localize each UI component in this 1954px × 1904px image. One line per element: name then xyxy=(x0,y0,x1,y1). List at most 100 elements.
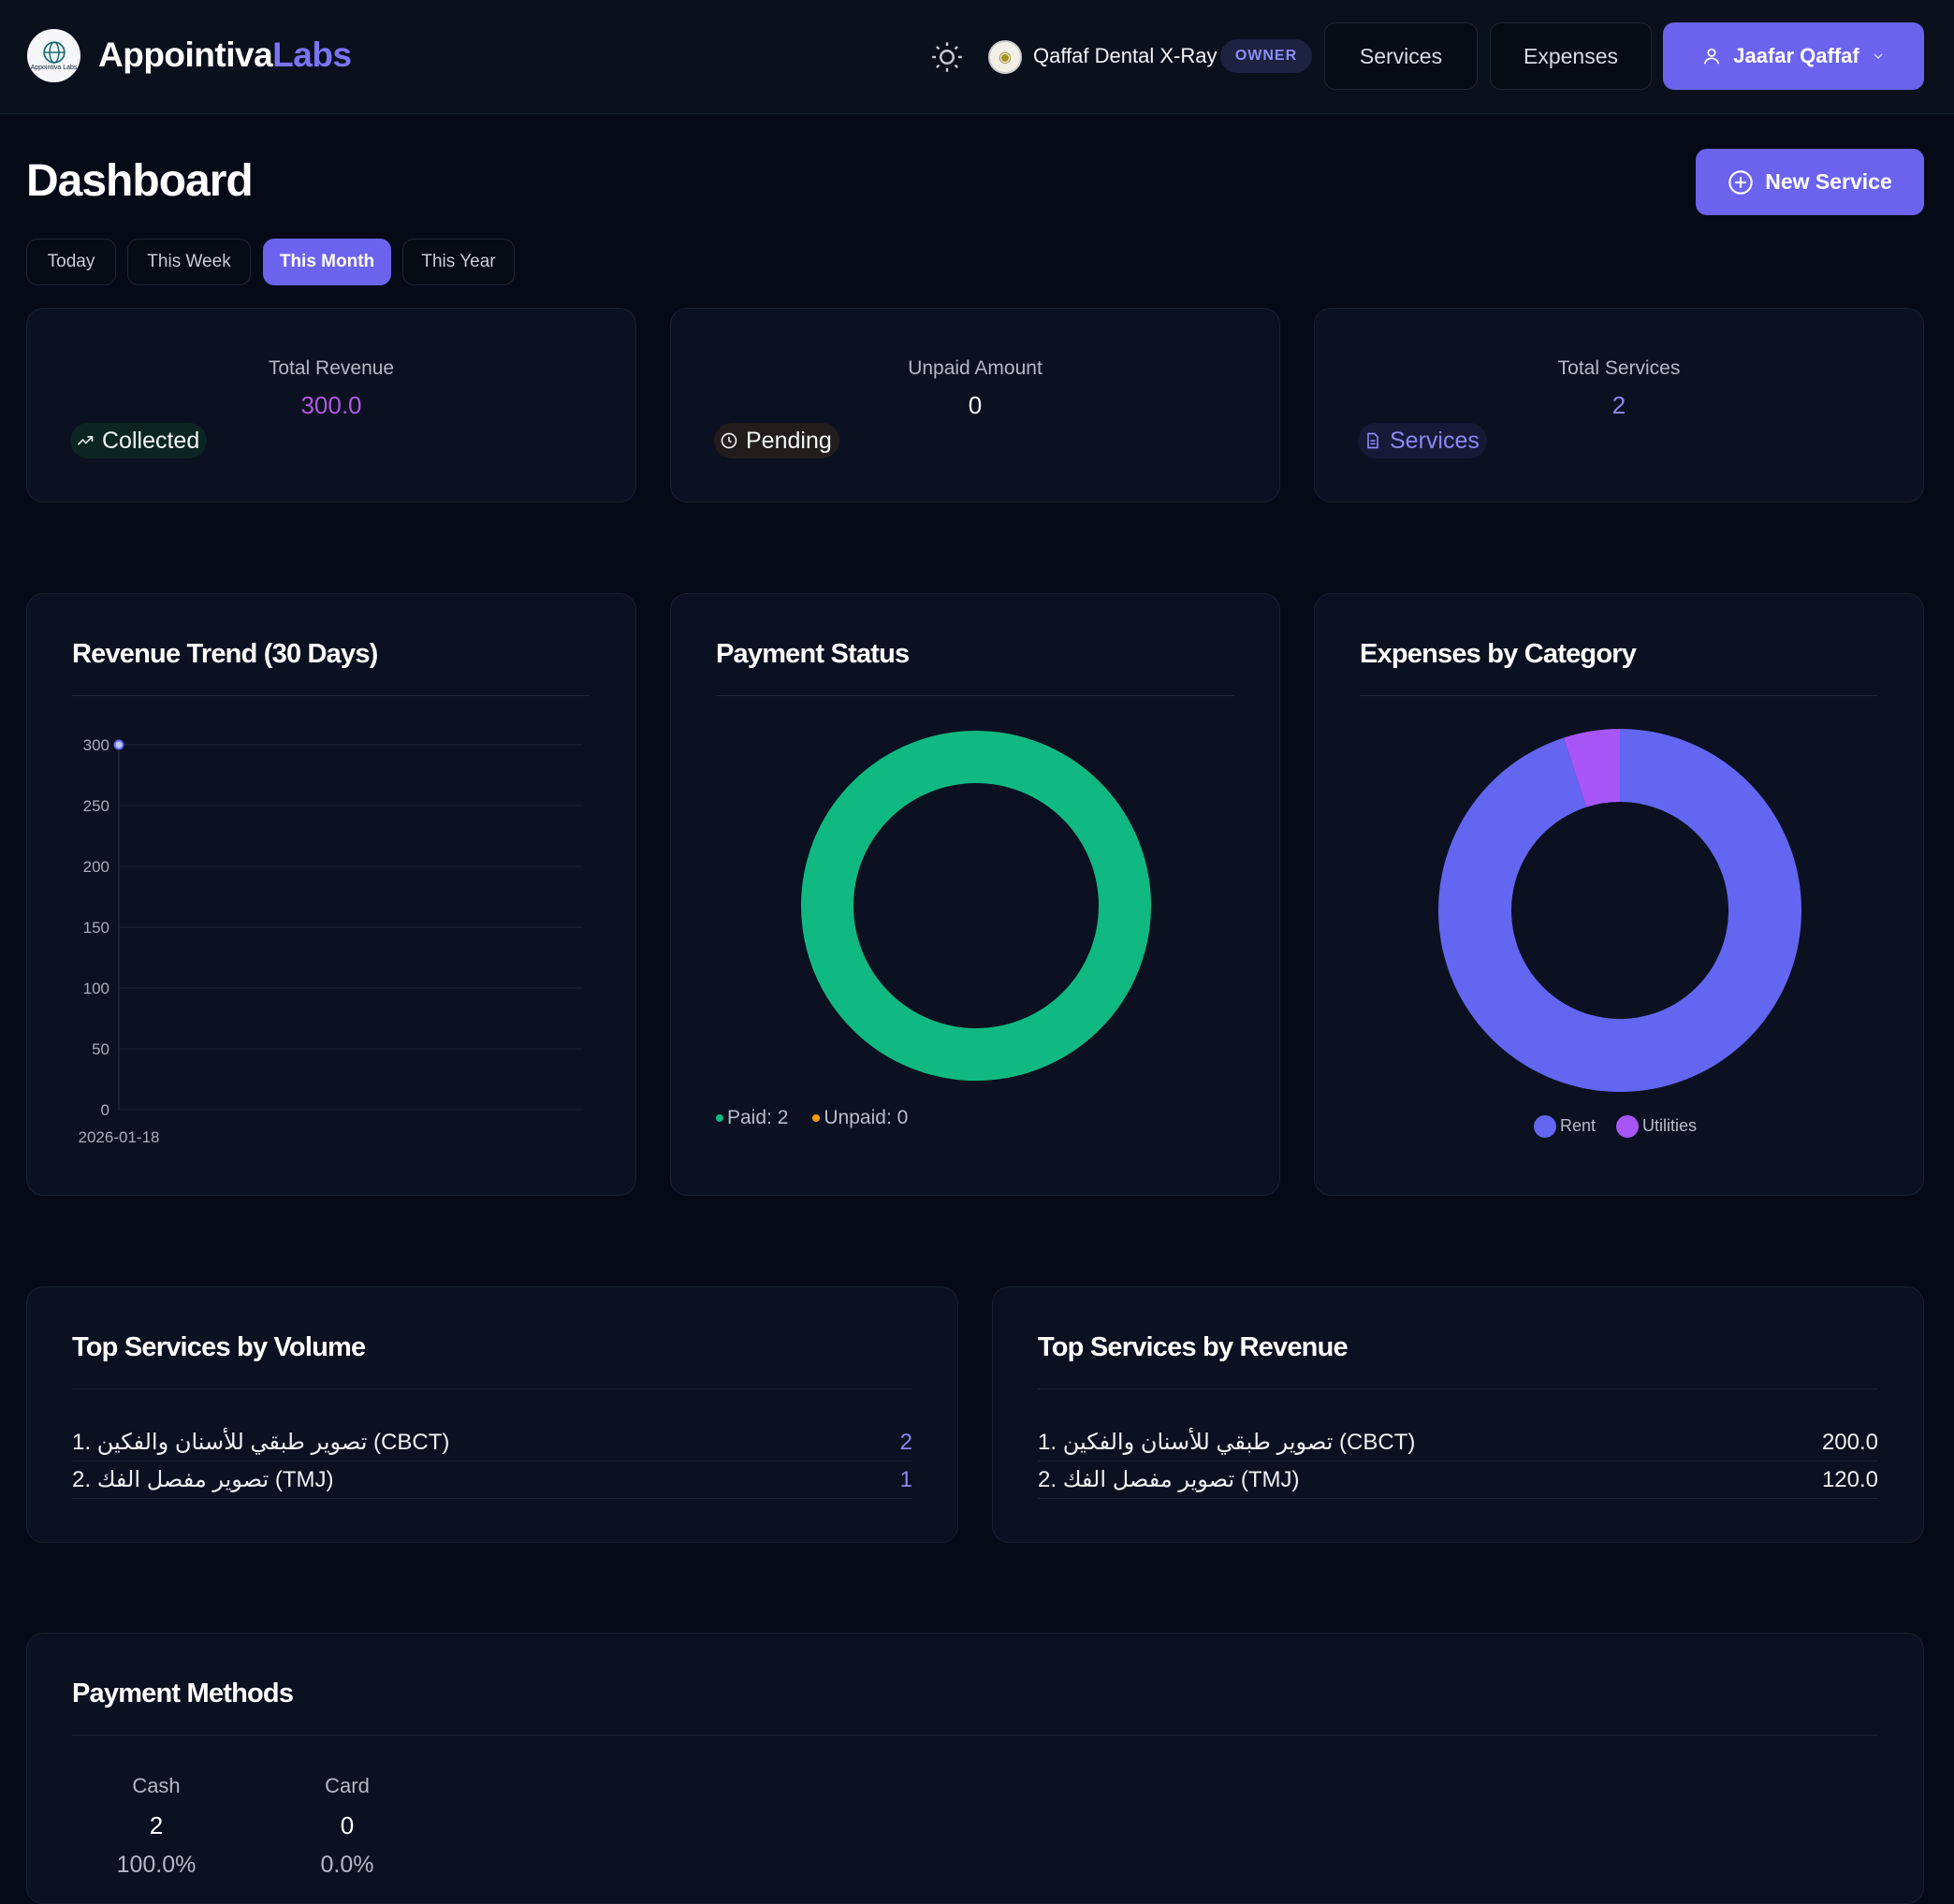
user-menu-button[interactable]: Jaafar Qaffaf xyxy=(1663,22,1924,90)
status-badge-collected: Collected xyxy=(70,423,208,458)
legend-item-rent[interactable]: Rent xyxy=(1534,1115,1596,1138)
legend-item-paid[interactable]: Paid: 2 xyxy=(716,1107,788,1129)
globe-icon xyxy=(42,40,66,64)
payment-method-count: 2 xyxy=(149,1811,164,1839)
service-count: 2 xyxy=(899,1429,912,1455)
top-services-volume-card: Top Services by Volume 1. تصوير طبقي للأ… xyxy=(26,1286,958,1543)
y-tick-label: 100 xyxy=(83,980,109,997)
service-name: 1. تصوير طبقي للأسنان والفكين (CBCT) xyxy=(1038,1430,1416,1455)
x-tick-label: 2026-01-18 xyxy=(79,1128,160,1146)
expenses-category-chart xyxy=(1438,729,1801,1092)
legend-label-rent: Rent xyxy=(1560,1115,1597,1135)
stat-value: 300.0 xyxy=(300,391,362,419)
new-service-label: New Service xyxy=(1765,169,1892,194)
service-revenue: 200.0 xyxy=(1821,1429,1878,1455)
divider xyxy=(72,1388,912,1389)
service-count: 1 xyxy=(899,1466,912,1492)
legend-label-utilities: Utilities xyxy=(1642,1115,1698,1135)
stat-card-total-revenue: Total Revenue 300.0 Collected xyxy=(26,308,636,502)
payment-method-count: 0 xyxy=(340,1811,355,1839)
list-item[interactable]: 1. تصوير طبقي للأسنان والفكين (CBCT) 200… xyxy=(1038,1424,1878,1461)
top-bar: Appointiva Labs AppointivaLabs ◉ Qaffaf … xyxy=(0,0,1954,114)
legend-item-utilities[interactable]: Utilities xyxy=(1616,1115,1697,1138)
status-badge-label: Collected xyxy=(102,427,200,454)
y-tick-label: 150 xyxy=(83,919,109,937)
status-badge-services: Services xyxy=(1358,423,1487,458)
status-badge-pending: Pending xyxy=(714,423,839,458)
stat-label: Total Services xyxy=(1557,357,1681,379)
revenue-trend-card: Revenue Trend (30 Days) 0 50 100 150 200 250 3… xyxy=(26,593,636,1196)
stat-card-unpaid-amount: Unpaid Amount 0 Pending xyxy=(670,308,1280,502)
nav-services-button[interactable]: Services xyxy=(1324,22,1478,90)
page-title: Dashboard xyxy=(26,156,254,206)
brand-name[interactable]: AppointivaLabs xyxy=(98,36,352,75)
filter-this-month[interactable]: This Month xyxy=(263,239,391,285)
document-icon xyxy=(1367,432,1378,449)
payment-method-cash: Cash 2 100.0% xyxy=(91,1774,222,1879)
service-name: 1. تصوير طبقي للأسنان والفكين (CBCT) xyxy=(72,1430,450,1455)
list-item[interactable]: 1. تصوير طبقي للأسنان والفكين (CBCT) 2 xyxy=(72,1424,912,1461)
filter-this-year[interactable]: This Year xyxy=(402,239,515,285)
payment-methods-card: Payment Methods Cash 2 100.0% Card 0 0.0… xyxy=(26,1633,1924,1904)
slice-paid xyxy=(801,731,1151,1081)
legend-dot xyxy=(812,1114,821,1123)
service-revenue: 120.0 xyxy=(1821,1466,1878,1492)
divider xyxy=(72,1735,1878,1736)
plus-circle-icon xyxy=(1728,169,1753,195)
revenue-trend-chart: 0 50 100 150 200 250 300 2026-01-18 xyxy=(79,736,583,1146)
user-icon xyxy=(1704,48,1720,65)
legend-label-unpaid: Unpaid: 0 xyxy=(824,1107,909,1128)
stat-label: Total Revenue xyxy=(268,357,395,379)
data-point xyxy=(113,739,124,750)
clinic-logo-icon: ◉ xyxy=(988,40,1022,74)
status-badge-label: Services xyxy=(1390,427,1480,454)
legend-dot xyxy=(1534,1115,1556,1138)
payment-method-percent: 100.0% xyxy=(116,1852,197,1878)
card-title: Payment Methods xyxy=(72,1679,294,1708)
expenses-legend: Rent Utilities xyxy=(1534,1115,1697,1138)
payment-method-percent: 0.0% xyxy=(320,1852,374,1878)
clinic-name[interactable]: Qaffaf Dental X-Ray xyxy=(1033,44,1217,68)
filter-this-week[interactable]: This Week xyxy=(127,239,251,285)
card-title: Top Services by Volume xyxy=(72,1332,366,1362)
sun-icon[interactable] xyxy=(930,40,964,74)
y-tick-label: 300 xyxy=(83,736,109,754)
payment-method-label: Cash xyxy=(132,1774,181,1797)
legend-dot xyxy=(716,1114,723,1123)
payment-method-card: Card 0 0.0% xyxy=(282,1774,413,1879)
brand-name-part1: Appointiva xyxy=(98,36,273,74)
legend-dot xyxy=(1616,1115,1640,1138)
trending-up-icon xyxy=(77,436,94,445)
clock-icon xyxy=(721,432,737,449)
nav-expenses-button[interactable]: Expenses xyxy=(1490,22,1652,90)
stat-value: 0 xyxy=(968,391,983,419)
expenses-category-card: Expenses by Category Rent Utilities xyxy=(1314,593,1924,1196)
y-tick-label: 0 xyxy=(101,1101,109,1119)
stat-card-total-services: Total Services 2 Services xyxy=(1314,308,1924,502)
stat-value: 2 xyxy=(1611,391,1626,419)
stat-label: Unpaid Amount xyxy=(908,357,1043,379)
legend-item-unpaid[interactable]: Unpaid: 0 xyxy=(812,1107,908,1129)
y-tick-label: 250 xyxy=(83,797,109,815)
chevron-down-icon xyxy=(1874,53,1883,59)
service-name: 2. تصوير مفصل الفك (TMJ) xyxy=(1038,1467,1300,1492)
divider xyxy=(1038,1388,1878,1389)
logo-text: Appointiva Labs xyxy=(30,64,78,71)
top-services-revenue-card: Top Services by Revenue 1. تصوير طبقي لل… xyxy=(992,1286,1924,1543)
role-badge: OWNER xyxy=(1220,39,1312,73)
y-tick-label: 50 xyxy=(92,1040,109,1058)
filter-today[interactable]: Today xyxy=(26,239,116,285)
list-item[interactable]: 2. تصوير مفصل الفك (TMJ) 1 xyxy=(72,1461,912,1499)
brand-name-part2: Labs xyxy=(272,36,352,74)
brand-logo[interactable]: Appointiva Labs xyxy=(27,29,80,82)
payment-status-legend: Paid: 2 Unpaid: 0 xyxy=(716,1107,908,1129)
card-title: Top Services by Revenue xyxy=(1038,1332,1349,1362)
y-tick-label: 200 xyxy=(83,858,109,876)
legend-label-paid: Paid: 2 xyxy=(727,1107,789,1128)
status-badge-label: Pending xyxy=(746,427,832,454)
service-name: 2. تصوير مفصل الفك (TMJ) xyxy=(72,1467,334,1492)
list-item[interactable]: 2. تصوير مفصل الفك (TMJ) 120.0 xyxy=(1038,1461,1878,1499)
new-service-button[interactable]: New Service xyxy=(1696,149,1924,215)
payment-method-label: Card xyxy=(325,1774,370,1797)
user-name: Jaafar Qaffaf xyxy=(1733,44,1859,67)
